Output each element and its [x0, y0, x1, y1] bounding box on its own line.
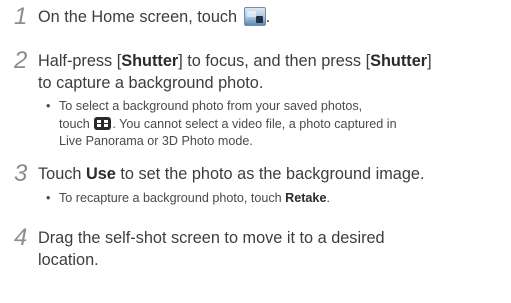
bullet-line: To select a background photo from your s… [59, 99, 363, 113]
step-number: 1 [14, 3, 27, 30]
use-label: Use [85, 165, 116, 183]
gallery-grid-icon [94, 116, 112, 130]
step-text: Half-press [Shutter] to focus, and then … [38, 50, 432, 72]
bullet-line: touch . You cannot select a video file, … [59, 116, 397, 131]
step-text: Touch Use to set the photo as the backgr… [38, 165, 425, 183]
step-text: On the Home screen, touch . [38, 6, 270, 28]
shutter-label: Shutter [121, 52, 179, 70]
step-text-part: On the Home screen, touch [38, 8, 242, 26]
step-number: 2 [14, 47, 27, 74]
step-number: 3 [14, 160, 27, 187]
bullet-line: Live Panorama or 3D Photo mode. [59, 134, 253, 148]
step-number: 4 [14, 224, 27, 251]
step-text: Drag the self-shot screen to move it to … [38, 229, 385, 247]
retake-label: Retake [285, 191, 327, 205]
camera-image-icon [243, 7, 266, 26]
shutter-label: Shutter [370, 52, 428, 70]
step-text-part: ] [427, 52, 432, 70]
step-text-line2: location. [38, 251, 99, 269]
step-text-line2: to capture a background photo. [38, 74, 264, 92]
step-text-part: . [265, 8, 271, 26]
step-text-part: ] to focus, and then press [ [178, 52, 371, 70]
step-text-part: Half-press [ [38, 52, 122, 70]
